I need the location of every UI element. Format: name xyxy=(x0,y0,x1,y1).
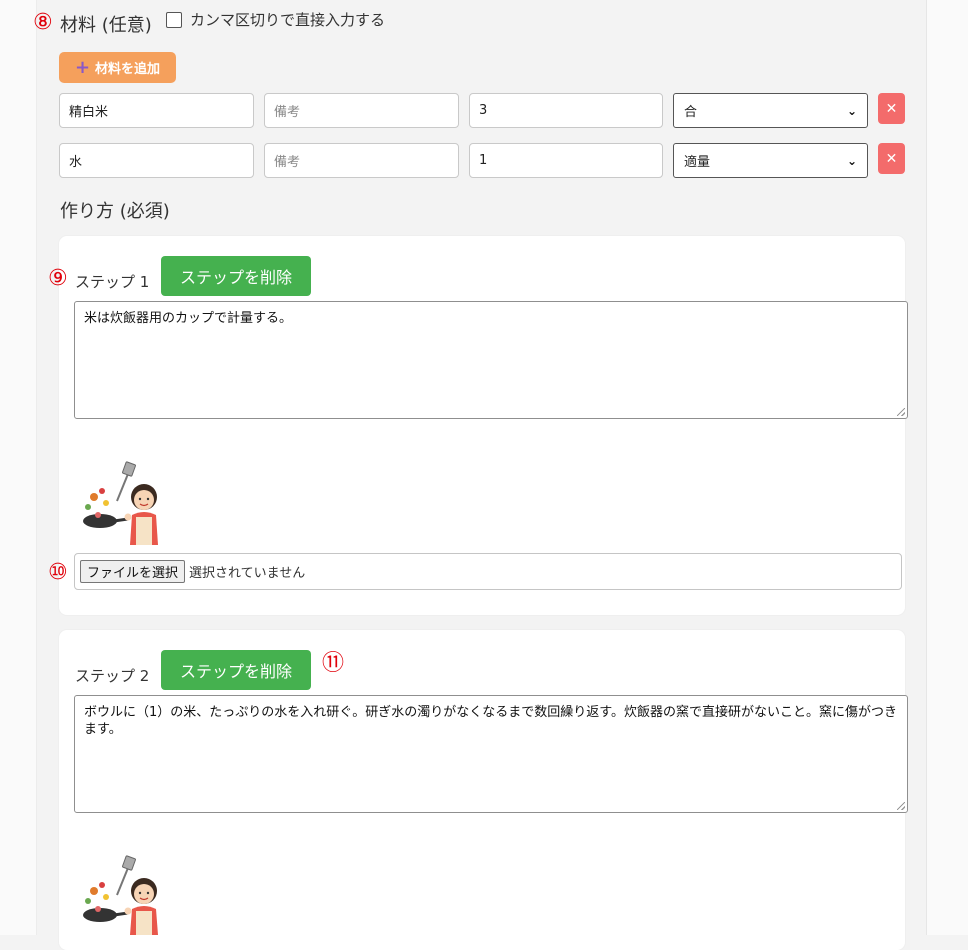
cooking-illustration xyxy=(83,855,158,935)
choose-file-button[interactable]: ファイルを選択 xyxy=(80,560,186,583)
add-ingredient-label: 材料を追加 xyxy=(95,62,161,77)
ingredient-unit-select[interactable]: 適量 ⌄ xyxy=(673,143,868,178)
ingredient-unit-select[interactable]: 合 ⌄ xyxy=(673,93,868,128)
resize-handle-icon[interactable] xyxy=(897,802,905,810)
annotation-marker-9: ⑨ xyxy=(48,266,68,291)
close-icon: ✕ xyxy=(885,150,898,167)
delete-step-button[interactable]: ステップを削除 xyxy=(161,650,311,690)
step-label: ステップ 1 xyxy=(75,273,150,291)
add-ingredient-button[interactable]: + 材料を追加 xyxy=(59,52,176,83)
ingredient-amount-input[interactable]: 1 xyxy=(469,143,663,178)
comma-input-label: カンマ区切りで直接入力する xyxy=(190,11,386,29)
resize-handle-icon[interactable] xyxy=(897,408,905,416)
step-description-textarea[interactable]: 米は炊飯器用のカップで計量する。 xyxy=(74,301,908,419)
step-description-textarea[interactable]: ボウルに（1）の米、たっぷりの水を入れ研ぐ。研ぎ水の濁りがなくなるまで数回繰り返… xyxy=(74,695,908,813)
file-status: 選択されていません xyxy=(189,566,306,581)
ingredient-unit-value: 合 xyxy=(684,105,698,120)
ingredients-title: 材料 (任意) xyxy=(60,15,152,36)
chevron-down-icon: ⌄ xyxy=(846,103,857,118)
delete-step-button[interactable]: ステップを削除 xyxy=(161,256,311,296)
delete-ingredient-button[interactable]: ✕ xyxy=(878,93,905,124)
plus-icon: + xyxy=(74,56,91,78)
annotation-marker-11: ⑪ xyxy=(322,651,345,676)
step-description-text: 米は炊飯器用のカップで計量する。 xyxy=(84,311,293,326)
comma-input-option[interactable]: カンマ区切りで直接入力する xyxy=(166,9,385,30)
ingredient-name-input[interactable]: 精白米 xyxy=(59,93,254,128)
ingredient-amount-input[interactable]: 3 xyxy=(469,93,663,128)
annotation-marker-10: ⑩ xyxy=(48,560,68,585)
method-title: 作り方 (必須) xyxy=(60,201,170,222)
annotation-marker-8: ⑧ xyxy=(33,10,53,35)
ingredient-note-input[interactable]: 備考 xyxy=(264,93,459,128)
ingredient-name-input[interactable]: 水 xyxy=(59,143,254,178)
page-gutter-right xyxy=(926,0,968,935)
step-label: ステップ 2 xyxy=(75,667,150,685)
chevron-down-icon: ⌄ xyxy=(846,153,857,168)
delete-ingredient-button[interactable]: ✕ xyxy=(878,143,905,174)
ingredient-note-input[interactable]: 備考 xyxy=(264,143,459,178)
step-image-file-input[interactable]: ファイルを選択 選択されていません xyxy=(74,553,902,590)
comma-input-checkbox[interactable] xyxy=(166,11,182,28)
page-gutter-left xyxy=(0,0,37,935)
cooking-illustration xyxy=(83,461,158,545)
ingredient-unit-value: 適量 xyxy=(684,155,711,170)
step-description-text: ボウルに（1）の米、たっぷりの水を入れ研ぐ。研ぎ水の濁りがなくなるまで数回繰り返… xyxy=(84,705,897,737)
close-icon: ✕ xyxy=(885,100,898,117)
